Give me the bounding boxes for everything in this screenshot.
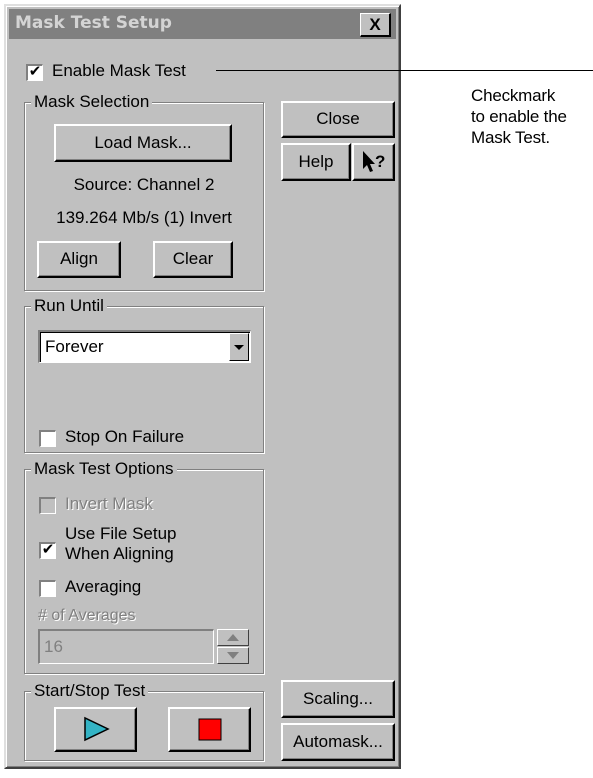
run-until-selected: Forever (45, 337, 104, 356)
svg-text:?: ? (375, 152, 385, 171)
enable-checkmark: ✔ (28, 63, 42, 80)
callout-leader-line (216, 70, 593, 71)
use-file-setup-checkmark: ✔ (41, 541, 55, 558)
clear-button[interactable]: Clear (153, 241, 233, 278)
use-file-setup-label-line1: Use File Setup (65, 524, 177, 543)
num-averages-value: 16 (44, 637, 63, 656)
chevron-down-icon (234, 345, 244, 350)
close-button[interactable]: Close (281, 101, 395, 138)
align-button[interactable]: Align (37, 241, 121, 278)
spin-down-icon (227, 652, 239, 659)
automask-button[interactable]: Automask... (281, 723, 395, 761)
enable-mask-test-label: Enable Mask Test (52, 61, 186, 80)
spin-down-button[interactable] (217, 647, 249, 664)
mask-test-options-group: Mask Test Options Invert Mask ✔ Use File… (24, 459, 264, 674)
stop-icon (198, 718, 222, 741)
num-averages-input[interactable]: 16 (38, 629, 214, 664)
spin-up-button[interactable] (217, 629, 249, 646)
use-file-setup-checkbox[interactable]: ✔ (39, 542, 56, 559)
start-stop-test-title: Start/Stop Test (31, 681, 149, 701)
averaging-checkbox[interactable] (39, 580, 56, 597)
use-file-setup-label-line2: When Aligning (65, 544, 174, 563)
stop-on-failure-label: Stop On Failure (65, 427, 185, 446)
averaging-label: Averaging (65, 577, 142, 596)
window-close-button[interactable]: X (360, 13, 391, 37)
stop-test-button[interactable] (168, 707, 251, 752)
start-stop-test-group: Start/Stop Test (24, 681, 264, 761)
start-test-button[interactable] (54, 707, 137, 752)
pointer-help-icon: ? (363, 151, 385, 172)
mask-test-options-title: Mask Test Options (31, 459, 177, 479)
dropdown-arrow-button[interactable] (229, 333, 249, 361)
invert-mask-label: Invert Mask (65, 494, 153, 513)
enable-mask-test-checkbox[interactable]: ✔ (26, 64, 43, 81)
title-bar: Mask Test Setup (9, 9, 396, 39)
mask-selection-title: Mask Selection (31, 92, 153, 112)
spin-up-icon (227, 634, 239, 641)
whats-this-button[interactable]: ? (352, 143, 395, 181)
load-mask-button[interactable]: Load Mask... (54, 124, 232, 162)
run-until-select[interactable]: Forever (38, 330, 251, 363)
play-icon (84, 716, 110, 742)
mask-test-setup-dialog: Mask Test Setup X ✔ Enable Mask Test Mas… (4, 4, 401, 769)
rate-text: 139.264 Mb/s (1) Invert (56, 208, 232, 227)
window-title: Mask Test Setup (15, 13, 172, 33)
stop-on-failure-checkbox[interactable] (39, 430, 56, 447)
scaling-button[interactable]: Scaling... (281, 680, 395, 718)
run-until-group: Run Until Forever Stop On Failure (24, 296, 264, 453)
callout-text: Checkmark to enable the Mask Test. (471, 86, 567, 147)
mask-selection-group: Mask Selection Load Mask... Source: Chan… (24, 92, 264, 291)
num-averages-label: # of Averages (38, 607, 136, 624)
invert-mask-checkbox[interactable] (39, 497, 56, 514)
help-button[interactable]: Help (281, 143, 351, 181)
run-until-title: Run Until (31, 296, 107, 316)
source-text: Source: Channel 2 (73, 175, 215, 194)
